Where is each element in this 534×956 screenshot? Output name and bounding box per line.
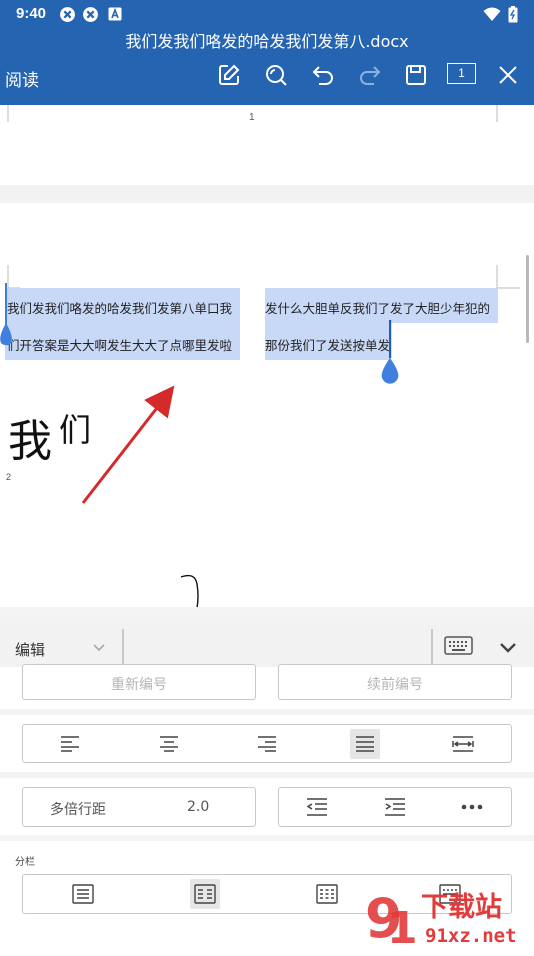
- annotation-arrow-icon: [81, 385, 175, 504]
- document-title: 我们发我们咯发的哈发我们发第八.docx: [125, 32, 409, 51]
- chevron-down-icon[interactable]: [93, 644, 105, 652]
- selection-start-handle[interactable]: [0, 283, 16, 355]
- ink-stroke: [180, 574, 199, 607]
- page-count-icon[interactable]: 1: [447, 63, 476, 84]
- wifi-icon: [483, 7, 501, 21]
- two-columns-icon[interactable]: [190, 879, 220, 909]
- alignment-section: [0, 715, 534, 772]
- column1-line2[interactable]: 们开答案是大大啊发生大大了点哪里发啦: [7, 335, 232, 354]
- redo-icon[interactable]: [355, 60, 385, 90]
- line-spacing-value: 2.0: [187, 799, 210, 815]
- align-left-icon[interactable]: [55, 729, 85, 759]
- vertical-scrollbar[interactable]: [526, 255, 529, 343]
- continue-numbering-button[interactable]: 续前编号: [278, 664, 512, 700]
- top-bar: 9:40 我们发我们咯发的哈发我们发第八.docx 阅读 1: [0, 0, 534, 105]
- read-mode-label[interactable]: 阅读: [5, 66, 39, 91]
- more-options-icon[interactable]: [457, 792, 487, 822]
- svg-text:1: 1: [387, 903, 418, 950]
- search-icon[interactable]: [261, 60, 291, 90]
- column2-line1[interactable]: 发什么大胆单反我们了发了大胆少年犯的: [265, 298, 490, 317]
- decrease-indent-icon[interactable]: [302, 792, 332, 822]
- increase-indent-icon[interactable]: [380, 792, 410, 822]
- collapse-chevron-icon[interactable]: [499, 642, 517, 653]
- edit-icon[interactable]: [214, 60, 244, 90]
- document-canvas[interactable]: 1 我们发我们咯发的哈发我们发第八单口我 们开答案是大大啊发生大大了点哪里发啦 …: [0, 105, 534, 607]
- close-icon[interactable]: [493, 60, 523, 90]
- svg-text:下载站: 下载站: [421, 892, 502, 923]
- align-justify-icon[interactable]: [350, 729, 380, 759]
- svg-text:91xz.net: 91xz.net: [425, 925, 517, 947]
- page-gap: [0, 185, 534, 203]
- app-notification-icon-2: [83, 7, 98, 22]
- undo-icon[interactable]: [308, 60, 338, 90]
- status-bar: 9:40: [0, 0, 534, 28]
- spacing-section: 多倍行距 2.0: [0, 778, 534, 835]
- one-column-icon[interactable]: [68, 879, 98, 909]
- status-time: 9:40: [16, 5, 47, 22]
- distribute-align-icon[interactable]: [448, 729, 478, 759]
- large-text-char-1[interactable]: 我: [8, 405, 52, 469]
- page1-margin-marks: [7, 105, 498, 122]
- numbering-section: 重新编号 续前编号: [0, 664, 534, 709]
- selection-end-handle[interactable]: [378, 320, 402, 392]
- columns-label: 分栏: [15, 857, 35, 868]
- renumber-button[interactable]: 重新编号: [22, 664, 256, 700]
- column2-line2[interactable]: 那份我们了发送按单发: [265, 335, 390, 354]
- align-right-icon[interactable]: [252, 729, 282, 759]
- alert-icon: [108, 7, 122, 21]
- save-icon[interactable]: [401, 60, 431, 90]
- site-watermark-logo: 9 1 下载站 91xz.net: [365, 887, 532, 950]
- column1-line1[interactable]: 我们发我们咯发的哈发我们发第八单口我: [7, 298, 232, 317]
- keyboard-icon[interactable]: [444, 636, 473, 655]
- mode-select-label[interactable]: 编辑: [15, 639, 45, 660]
- divider: [431, 629, 433, 667]
- battery-icon: [508, 6, 518, 23]
- line-spacing-button[interactable]: 多倍行距 2.0: [22, 787, 256, 827]
- page-number-1: 1: [249, 112, 255, 123]
- three-columns-icon[interactable]: [312, 879, 342, 909]
- app-notification-icon: [60, 7, 75, 22]
- divider: [122, 629, 124, 667]
- align-center-icon[interactable]: [154, 729, 184, 759]
- line-spacing-label: 多倍行距: [50, 802, 106, 818]
- page-number-2: 2: [6, 472, 12, 482]
